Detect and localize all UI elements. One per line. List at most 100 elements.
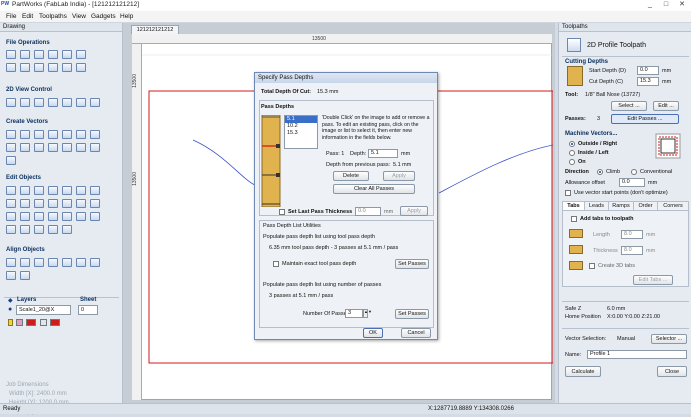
length-input[interactable]: 8.0 [621,230,643,239]
smooth-icon[interactable] [34,212,44,221]
new-file-icon[interactable] [6,50,16,59]
offset-icon[interactable] [48,143,58,152]
draw-pointer-icon[interactable] [6,156,16,165]
subtract-icon[interactable] [62,199,72,208]
menu-gadgets[interactable]: Gadgets [91,13,116,20]
fit-curves-icon[interactable] [48,212,58,221]
inside-radio[interactable] [569,150,575,156]
num-passes-input[interactable]: 3 [345,309,363,318]
climb-radio[interactable] [597,169,603,175]
last-pass-input[interactable]: 0.0 [355,207,381,216]
arc-icon[interactable] [90,130,100,139]
menu-view[interactable]: View [72,13,86,20]
menu-help[interactable]: Help [120,13,133,20]
tab-ramps[interactable]: Ramps [609,202,634,210]
open-file-icon[interactable] [20,50,30,59]
layers-view-icon[interactable] [90,98,100,107]
job-setup-icon[interactable] [6,63,16,72]
ellipse-icon[interactable] [20,130,30,139]
text-icon[interactable] [6,143,16,152]
thickness-input[interactable]: 8.0 [621,246,643,255]
lock-icon[interactable] [16,319,23,326]
edit-tabs-button[interactable]: Edit Tabs ... [633,275,673,285]
paste-icon[interactable] [48,63,58,72]
undo-icon[interactable] [62,63,72,72]
align-hcenter-icon[interactable] [76,258,86,267]
distort-icon[interactable] [76,186,86,195]
align-right-icon[interactable] [34,258,44,267]
circle-icon[interactable] [6,130,16,139]
depth-input[interactable]: 5.1 [368,149,398,158]
minimize-button[interactable]: _ [642,0,658,10]
polyline-icon[interactable] [76,130,86,139]
measure-icon[interactable] [48,225,58,234]
bitmap-trace-icon[interactable] [6,225,16,234]
edit-tool-button[interactable]: Edit ... [653,101,679,111]
delete-pass-button[interactable]: Delete [333,171,369,181]
start-depth-input[interactable]: 0.0 [637,66,659,75]
pass-list[interactable]: 5.1 10.2 15.3 [284,115,318,149]
polygon-icon[interactable] [48,130,58,139]
outside-radio[interactable] [569,141,575,147]
set-passes-button-1[interactable]: Set Passes [395,259,429,269]
conventional-radio[interactable] [631,169,637,175]
edit-passes-button[interactable]: Edit Passes ... [611,114,679,124]
pass-depth-image[interactable] [261,115,281,207]
align-nodes-icon[interactable] [62,225,72,234]
close-vector-icon[interactable] [62,212,72,221]
allowance-input[interactable]: 0.0 [619,178,645,187]
weld-icon[interactable] [48,199,58,208]
apply-pass-button[interactable]: Apply [383,171,415,181]
maintain-depth-checkbox[interactable] [273,261,279,267]
selector-button[interactable]: Selector ... [651,334,687,344]
set-passes-button-2[interactable]: Set Passes [395,309,429,319]
copy-icon[interactable] [34,63,44,72]
num-passes-spinner-icon[interactable]: ▲▼ [363,309,372,318]
node-edit-icon[interactable] [90,143,100,152]
cut-icon[interactable] [20,63,30,72]
import-component-icon[interactable] [76,50,86,59]
pass-list-item[interactable]: 15.3 [285,130,317,137]
zoom-out-icon[interactable] [48,98,58,107]
cancel-button[interactable]: Cancel [401,328,431,338]
offset-edit-icon[interactable] [20,212,30,221]
tab-tool-icon[interactable] [90,212,100,221]
pass-list-item[interactable]: 5.1 [285,116,317,123]
rectangle-icon[interactable] [34,130,44,139]
on-radio[interactable] [569,159,575,165]
array-icon[interactable] [90,199,100,208]
menu-file[interactable]: File [6,13,16,20]
group-icon[interactable] [90,186,100,195]
layer-manager-icon[interactable] [40,319,47,326]
cut-vector-icon[interactable] [76,212,86,221]
dimension-icon[interactable] [34,143,44,152]
clear-all-passes-button[interactable]: Clear All Passes [333,184,415,194]
lightbulb-icon[interactable] [8,319,13,326]
ok-button[interactable]: OK [363,328,383,338]
intersect-icon[interactable] [76,199,86,208]
select-tool-button[interactable]: Select ... [611,101,647,111]
zoom-extents-icon[interactable] [6,98,16,107]
grid-icon[interactable] [76,98,86,107]
zoom-box-icon[interactable] [20,98,30,107]
trim-icon[interactable] [34,199,44,208]
pass-handle-1[interactable] [276,144,280,148]
calculate-button[interactable]: Calculate [565,366,601,377]
duplicate-icon[interactable] [20,225,30,234]
space-vertical-icon[interactable] [20,271,30,280]
zoom-in-icon[interactable] [34,98,44,107]
maximize-button[interactable]: □ [658,0,674,10]
menu-toolpaths[interactable]: Toolpaths [39,13,67,20]
save-icon[interactable] [34,50,44,59]
align-top-icon[interactable] [48,258,58,267]
vector-start-checkbox[interactable] [565,190,571,196]
sheet-select[interactable]: 0 [78,305,98,315]
delete-icon[interactable] [34,225,44,234]
tab-leads[interactable]: Leads [585,202,609,210]
tab-tabs[interactable]: Tabs [563,202,585,210]
text-on-curve-icon[interactable] [20,143,30,152]
layer-color-swatch[interactable] [26,319,36,326]
ungroup-icon[interactable] [6,199,16,208]
tab-order[interactable]: Order [634,202,658,210]
create-3d-checkbox[interactable] [589,263,595,269]
